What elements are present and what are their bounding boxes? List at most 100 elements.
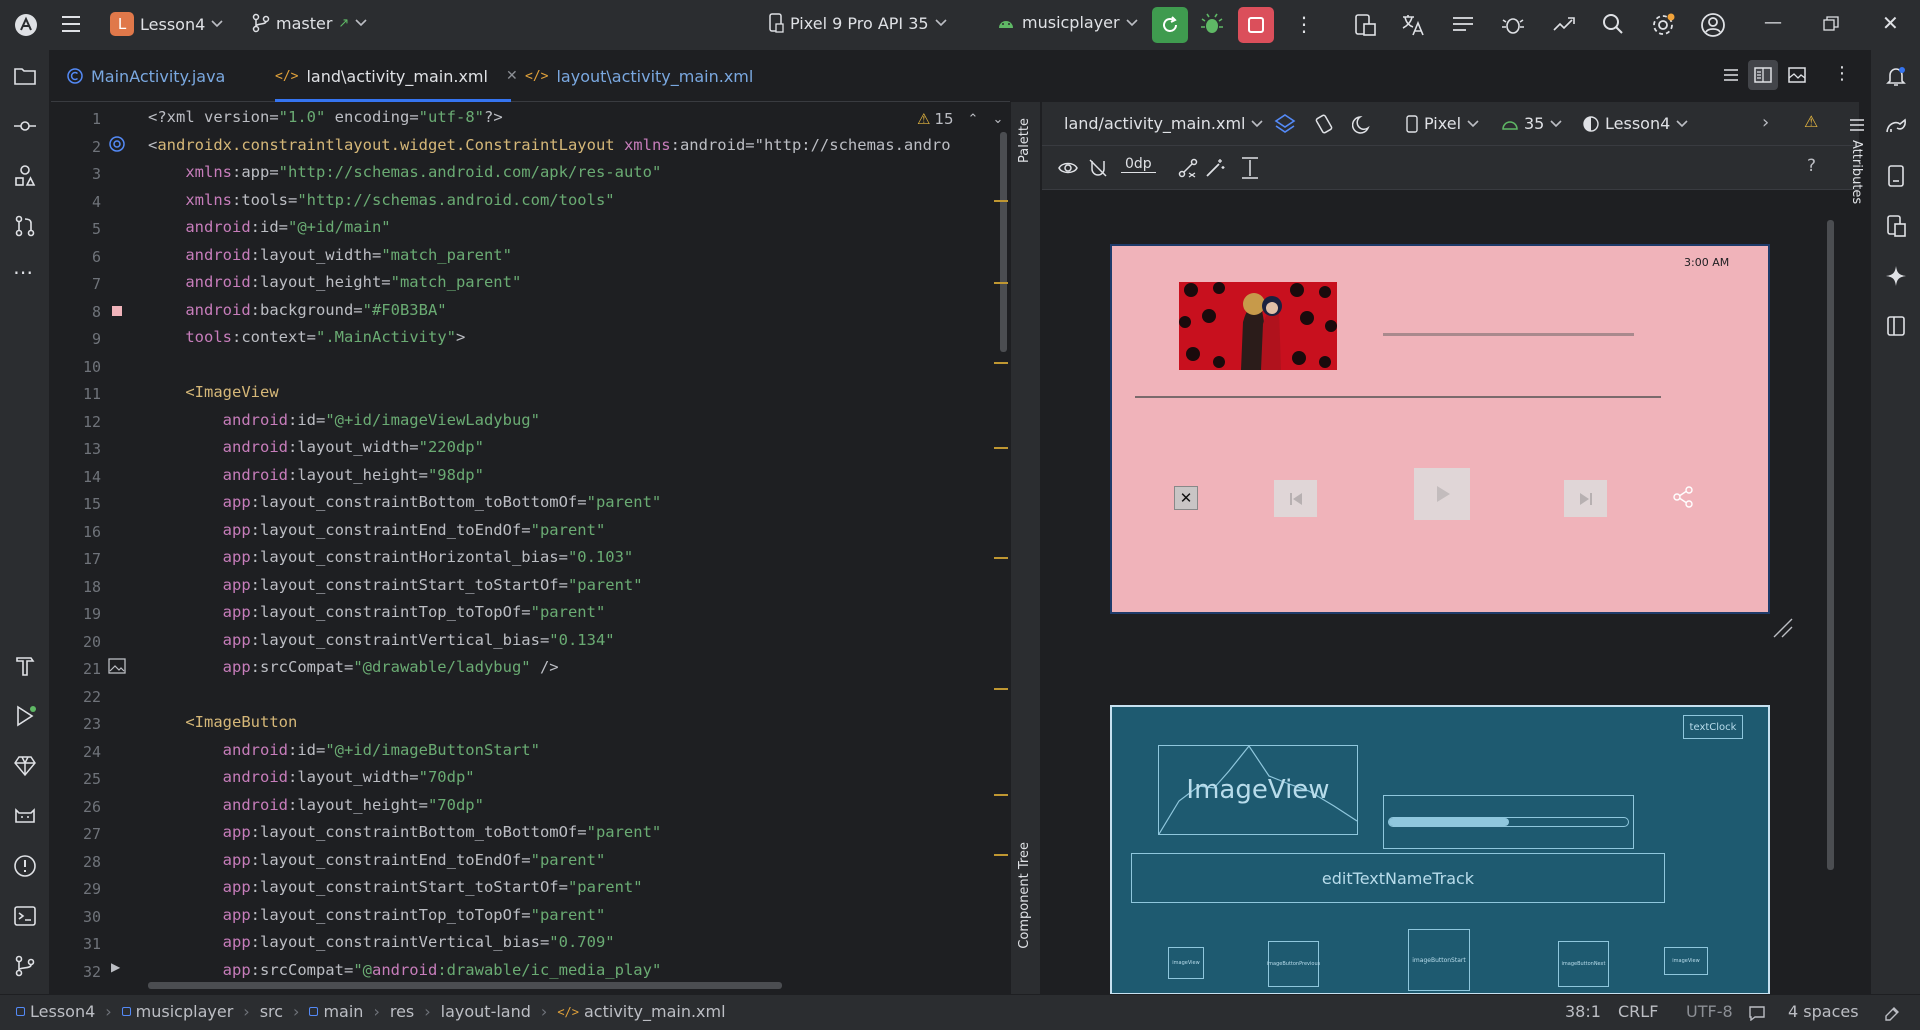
breadcrumb-item[interactable]: res (390, 1002, 414, 1021)
resource-manager-icon[interactable] (13, 164, 37, 188)
infer-constraints-icon[interactable] (1204, 157, 1226, 179)
file-encoding[interactable]: UTF-8 (1686, 1002, 1733, 1021)
breadcrumb-item[interactable]: layout-land (441, 1002, 531, 1021)
minimize-window-icon[interactable]: — (1764, 12, 1782, 33)
tab-options-icon[interactable]: ⋮ (1833, 63, 1851, 84)
main-menu-icon[interactable] (61, 15, 81, 33)
gem-icon[interactable] (13, 754, 37, 778)
run-tool-icon[interactable] (13, 704, 37, 728)
warning-marker[interactable] (994, 282, 1008, 284)
breadcrumb-item[interactable]: musicplayer (121, 1002, 233, 1021)
night-mode-icon[interactable] (1352, 113, 1374, 135)
debug-button[interactable] (1200, 12, 1224, 36)
layout-warning-icon[interactable]: ⚠ (1804, 112, 1818, 131)
layout-inspector-icon[interactable] (1884, 314, 1908, 338)
breadcrumb-item[interactable]: main (309, 1002, 363, 1021)
next-highlight-icon[interactable]: ⌄ (992, 112, 1003, 127)
ladybug-image[interactable] (1179, 282, 1337, 370)
line-separator[interactable]: CRLF (1618, 1002, 1658, 1021)
rerun-button[interactable] (1152, 7, 1188, 43)
warning-marker[interactable] (994, 447, 1008, 449)
seekbar[interactable] (1383, 333, 1634, 336)
color-swatch-icon[interactable] (112, 306, 122, 316)
attributes-panel-tab[interactable]: Attributes (1846, 110, 1870, 220)
device-manager-icon[interactable] (1352, 12, 1378, 38)
sync-project-icon[interactable] (1550, 12, 1578, 38)
comment-icon[interactable] (1748, 1005, 1766, 1021)
logcat-cat-icon[interactable] (13, 804, 37, 828)
run-config-selector[interactable]: musicplayer (996, 13, 1138, 32)
build-hammer-icon[interactable] (13, 654, 37, 678)
gradle-icon[interactable] (1884, 114, 1908, 138)
tab-mainactivity-java[interactable]: MainActivity.java (67, 50, 225, 102)
problems-icon[interactable] (13, 854, 37, 878)
breadcrumb-item[interactable]: src (260, 1002, 283, 1021)
terminal-icon[interactable] (13, 904, 37, 928)
inspection-widget[interactable]: ⚠ 15 ⌃ ⌄ (913, 110, 1008, 128)
code-view-icon[interactable] (1722, 66, 1740, 84)
help-icon[interactable]: ? (1807, 156, 1816, 176)
class-reference-icon[interactable] (108, 135, 126, 153)
more-actions-icon[interactable]: ⋮ (1294, 12, 1314, 36)
vertical-scrollbar[interactable] (1000, 132, 1007, 352)
blueprint-button-start[interactable]: imageButtonStart (1408, 929, 1470, 991)
previous-track-button[interactable] (1274, 480, 1317, 517)
account-icon[interactable] (1700, 12, 1726, 38)
android-studio-logo-icon[interactable] (14, 13, 38, 37)
blueprint-share-image[interactable]: imageView (1664, 947, 1708, 975)
guidelines-icon[interactable] (1239, 156, 1261, 180)
warning-marker[interactable] (994, 688, 1008, 690)
project-folder-icon[interactable] (13, 64, 37, 88)
version-control-icon[interactable] (13, 954, 37, 978)
breadcrumb-item[interactable]: </> activity_main.xml (557, 1002, 725, 1021)
image-preview-icon[interactable] (108, 658, 126, 674)
search-icon[interactable] (1601, 12, 1625, 36)
layout-blueprint[interactable]: textClock ImageView editTextNameTrack im… (1110, 705, 1770, 995)
warning-marker[interactable] (994, 362, 1008, 364)
horizontal-scrollbar[interactable] (148, 982, 782, 989)
code-editor[interactable]: 1 2 3 4 5 6 7 8 9 10 11 12 13 14 15 16 1… (51, 102, 1010, 994)
stop-button[interactable] (1238, 7, 1274, 43)
edit-text-name-track[interactable] (1135, 396, 1661, 398)
next-track-button[interactable] (1564, 480, 1607, 517)
restore-window-icon[interactable] (1823, 16, 1839, 32)
chevron-right-icon[interactable]: › (1762, 112, 1769, 133)
resize-handle-icon[interactable] (1772, 617, 1794, 639)
blueprint-image-view[interactable]: ImageView (1158, 745, 1358, 835)
blueprint-button-previous[interactable]: imageButtonPrevious (1267, 941, 1320, 987)
breadcrumb-item[interactable]: Lesson4 (16, 1002, 95, 1021)
running-devices-icon[interactable] (1884, 214, 1908, 238)
clear-constraints-icon[interactable] (1177, 157, 1199, 179)
indent-settings[interactable]: 4 spaces (1788, 1002, 1859, 1021)
gemini-sparkle-icon[interactable] (1884, 264, 1908, 288)
warning-marker[interactable] (994, 854, 1008, 856)
tab-land-activity-main[interactable]: </> land\activity_main.xml ✕ (275, 50, 518, 102)
pull-requests-icon[interactable] (13, 214, 37, 238)
commit-icon[interactable] (13, 114, 37, 138)
blueprint-seekbar[interactable] (1383, 795, 1634, 849)
design-surface-icon[interactable] (1274, 113, 1296, 135)
blueprint-button-next[interactable]: imageButtonNext (1558, 941, 1609, 987)
close-tab-icon[interactable]: ✕ (506, 68, 518, 84)
preview-run-icon[interactable]: ▶ (111, 960, 120, 974)
api-level-selector[interactable]: 35 (1502, 114, 1562, 133)
logcat-icon[interactable] (1450, 12, 1476, 38)
text-clock[interactable]: 3:00 AM (1684, 256, 1729, 269)
branch-selector[interactable]: master ↗ (252, 13, 367, 33)
warning-marker[interactable] (994, 200, 1008, 202)
theme-selector[interactable]: Lesson4 (1583, 114, 1688, 133)
layout-preview[interactable]: 3:00 AM ✕ (1110, 244, 1770, 614)
tab-layout-activity-main[interactable]: </> layout\activity_main.xml (525, 50, 753, 102)
more-tool-windows-icon[interactable]: ⋯ (13, 260, 37, 284)
notifications-bell-icon[interactable] (1884, 64, 1908, 88)
settings-gear-icon[interactable] (1650, 12, 1676, 38)
play-button[interactable] (1414, 468, 1470, 520)
palette-tab[interactable]: Palette (1017, 118, 1032, 163)
orientation-icon[interactable] (1313, 113, 1335, 135)
canvas-vertical-scrollbar[interactable] (1827, 220, 1834, 870)
device-file-explorer-icon[interactable] (1884, 164, 1908, 188)
default-margin-selector[interactable]: 0dp (1121, 156, 1156, 173)
warning-marker[interactable] (994, 557, 1008, 559)
close-button[interactable]: ✕ (1174, 486, 1198, 510)
previous-highlight-icon[interactable]: ⌃ (968, 112, 979, 127)
